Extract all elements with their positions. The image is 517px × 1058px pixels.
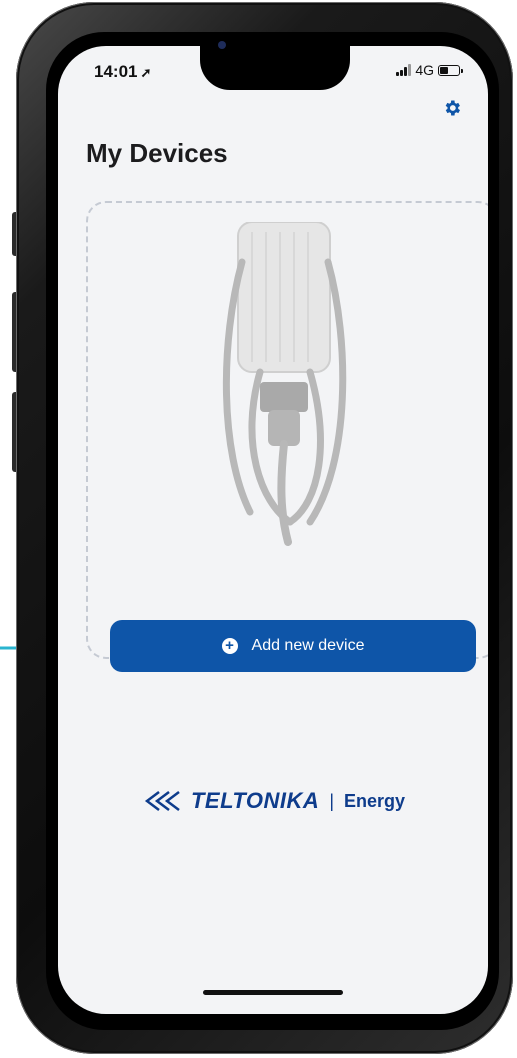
ev-charger-illustration [222,222,347,546]
front-camera [218,41,226,49]
plus-circle-icon: + [221,638,238,654]
network-label: 4G [415,62,434,78]
battery-level [440,66,448,74]
add-new-device-button[interactable]: + Add new device [110,620,476,672]
notch [200,46,350,90]
status-time: 14:01 ➚ [94,62,152,81]
signal-icon [396,64,412,76]
brand-product: Energy [344,790,406,811]
home-indicator[interactable] [203,990,343,995]
app-screen: 14:01 ➚ 4G My Devices + Add new device T… [58,46,488,1014]
brand-separator: | [329,790,334,811]
add-new-device-label: Add new device [251,637,365,654]
gear-icon[interactable] [442,98,462,118]
brand-name: TELTONIKA [190,788,320,813]
teltonika-energy-logo: TELTONIKA | Energy [58,788,488,814]
status-indicators: 4G [396,62,463,78]
teltonika-mark-icon [144,791,180,811]
stage: 14:01 ➚ 4G My Devices + Add new device T… [0,0,517,1058]
location-arrow-icon: ➚ [140,65,152,80]
phone-frame: 14:01 ➚ 4G My Devices + Add new device T… [16,2,513,1054]
page-title: My Devices [86,138,228,168]
battery-icon [438,64,463,76]
